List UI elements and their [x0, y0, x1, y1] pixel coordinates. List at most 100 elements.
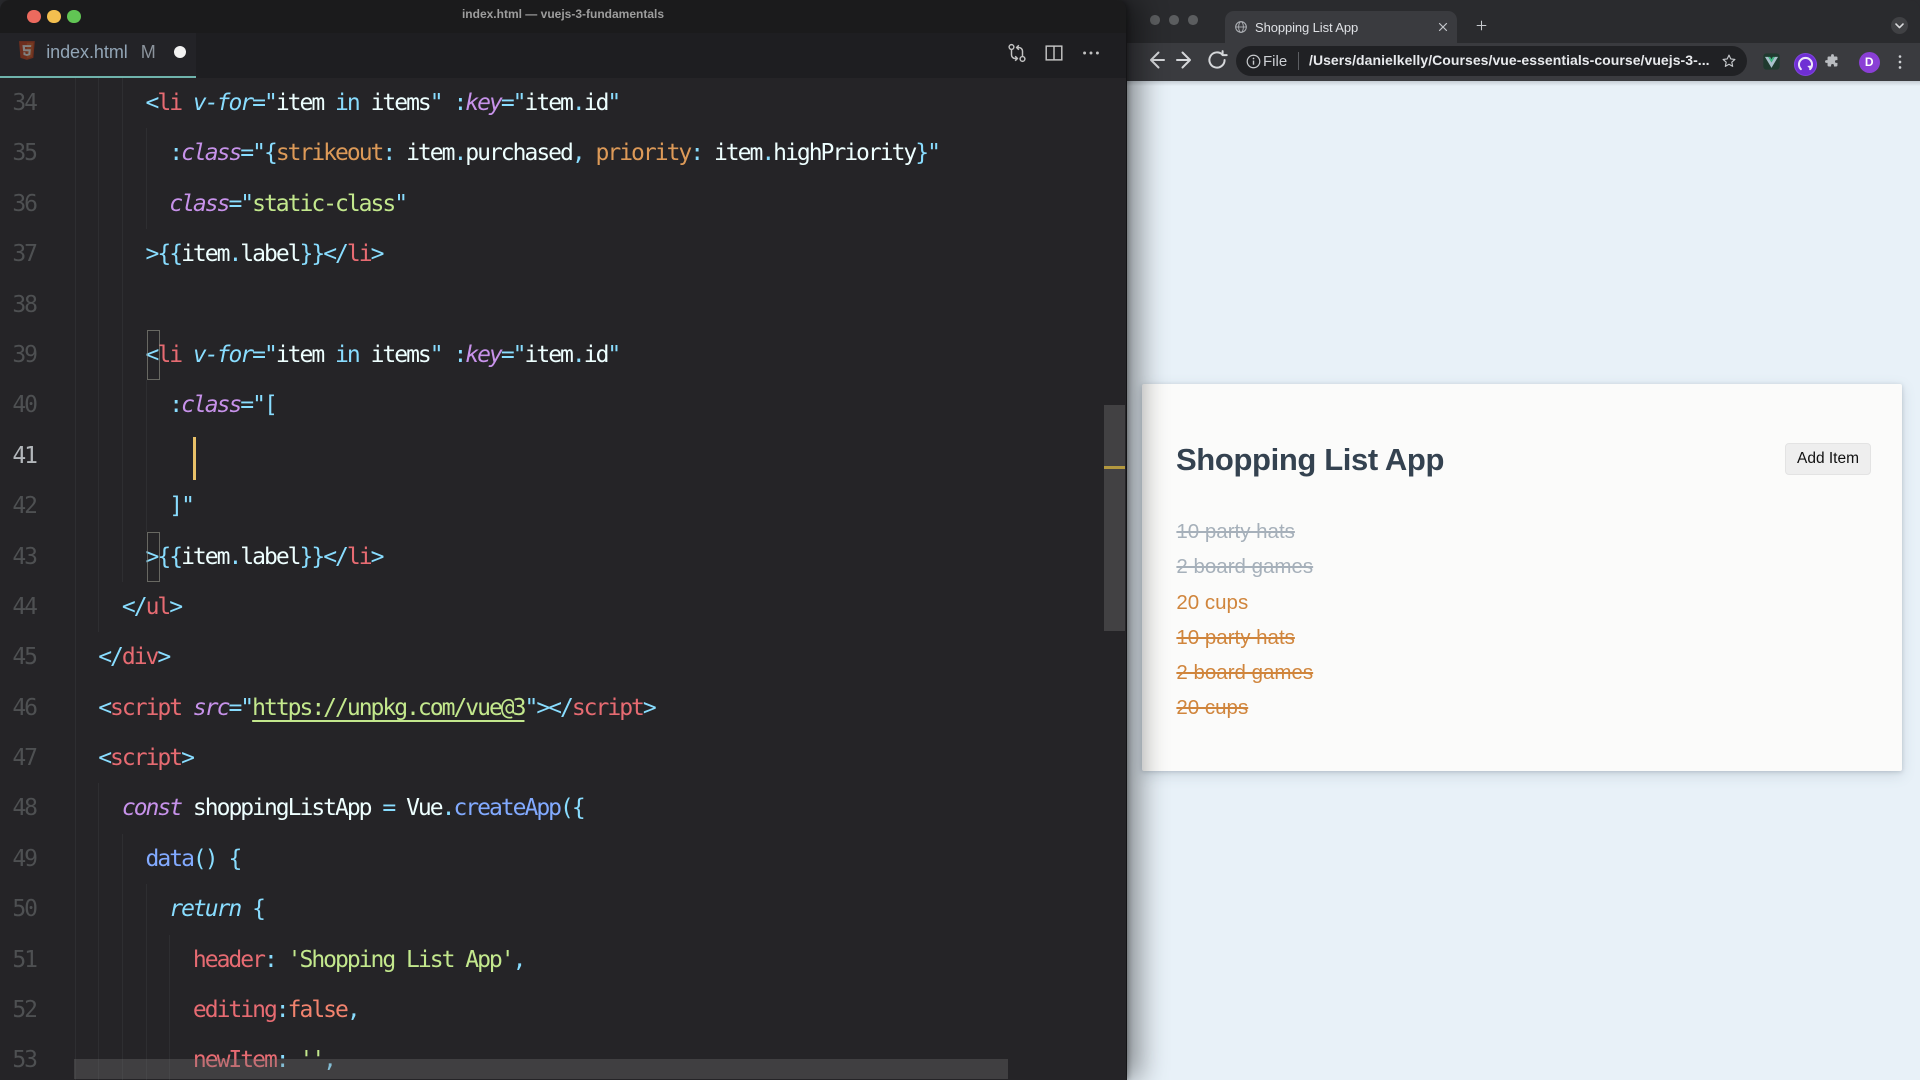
- tab-unsaved-dot: [174, 45, 187, 58]
- overview-ruler-cursor-mark: [1104, 466, 1125, 469]
- text-cursor: [192, 436, 197, 481]
- window-close-button[interactable]: [1150, 15, 1160, 25]
- code-line-41: 41: [0, 430, 1126, 482]
- code-line-46: 46 <script src="https://unpkg.com/vue@3"…: [0, 682, 1126, 734]
- code-line-45: 45 </div>: [0, 632, 1126, 683]
- code-editor[interactable]: 34 <li v-for="item in items" :key="item.…: [0, 78, 1126, 1080]
- indent-guide: [98, 430, 100, 482]
- code-text: return {: [169, 896, 266, 923]
- editor-tab-bar: index.html M: [0, 33, 1126, 78]
- shopping-list-item: 20 cups: [1176, 696, 1249, 720]
- code-text: <script>: [98, 745, 195, 772]
- tab-search-chevron-icon[interactable]: [1890, 16, 1908, 34]
- line-number: 45: [12, 644, 38, 671]
- profile-avatar[interactable]: D: [1858, 51, 1880, 73]
- vue-extension-icon[interactable]: [1762, 52, 1780, 70]
- indent-guide: [74, 279, 76, 330]
- indent-guide: [74, 430, 76, 482]
- code-line-44: 44 </ul>: [0, 581, 1126, 633]
- indent-guide: [121, 279, 123, 330]
- bracket-match-box: [147, 531, 161, 582]
- open-changes-icon[interactable]: [1006, 42, 1028, 64]
- code-text: editing:false,: [192, 997, 361, 1024]
- address-scheme-label: File: [1263, 52, 1288, 70]
- bracket-match-box: [147, 330, 161, 381]
- tab-git-modified-badge: M: [140, 41, 156, 62]
- code-line-38: 38: [0, 279, 1126, 330]
- code-line-40: 40 :class="[: [0, 380, 1126, 431]
- line-number: 53: [12, 1047, 38, 1074]
- forward-icon[interactable]: [1172, 46, 1200, 74]
- editor-tab-actions: [1006, 42, 1102, 66]
- code-text: class="static-class": [169, 190, 408, 217]
- code-text: ]": [169, 493, 195, 520]
- browser-tab-bar: Shopping List App: [1127, 0, 1920, 43]
- address-bar[interactable]: File /Users/danielkelly/Courses/vue-esse…: [1236, 46, 1747, 76]
- bookmark-star-icon[interactable]: [1721, 53, 1737, 69]
- shopping-list-card: Shopping List App Add Item 10 party hats…: [1142, 384, 1902, 771]
- code-line-35: 35 :class="{strikeout: item.purchased, p…: [0, 128, 1126, 179]
- code-text: <script src="https://unpkg.com/vue@3"></…: [98, 694, 657, 721]
- back-icon[interactable]: [1141, 46, 1169, 74]
- shopping-list-item: 2 board games: [1176, 555, 1314, 579]
- editor-tab-indexhtml[interactable]: index.html M: [0, 33, 196, 78]
- split-editor-icon[interactable]: [1043, 42, 1065, 64]
- shopping-list: 10 party hats 2 board games 20 cups 10 part…: [1176, 514, 1313, 726]
- horizontal-scrollbar[interactable]: [74, 1059, 1008, 1079]
- code-line-37: 37 >{{item.label}}</li>: [0, 229, 1126, 280]
- page-background: Shopping List App Add Item 10 party hats…: [1127, 81, 1920, 1080]
- indent-guide: [145, 430, 147, 482]
- code-text: header: 'Shopping List App',: [192, 946, 527, 973]
- address-separator: [1298, 52, 1299, 70]
- code-text: >{{item.label}}</li>: [145, 241, 385, 268]
- reload-icon[interactable]: [1203, 46, 1231, 74]
- line-number: 51: [12, 946, 38, 973]
- line-number: 37: [12, 241, 38, 268]
- add-item-button[interactable]: Add Item: [1785, 443, 1871, 475]
- shopping-list-item: 10 party hats: [1176, 520, 1295, 543]
- line-number: 39: [12, 341, 38, 368]
- window-zoom-button[interactable]: [1188, 15, 1198, 25]
- vertical-scrollbar[interactable]: [1104, 405, 1125, 631]
- browser-active-tab[interactable]: Shopping List App: [1225, 11, 1457, 43]
- browser-toolbar: File /Users/danielkelly/Courses/vue-esse…: [1127, 43, 1920, 81]
- shopping-list-item: 2 board games: [1176, 661, 1314, 685]
- indent-guide: [121, 430, 123, 482]
- line-number: 46: [12, 694, 38, 721]
- address-url[interactable]: /Users/danielkelly/Courses/vue-essential…: [1309, 52, 1710, 68]
- purple-extension-icon[interactable]: [1793, 52, 1817, 76]
- tab-filename: index.html: [46, 41, 128, 62]
- menu-dots-icon[interactable]: [1893, 48, 1907, 76]
- code-line-34: 34 <li v-for="item in items" :key="item.…: [0, 78, 1126, 129]
- code-line-43: 43 >{{item.label}}</li>: [0, 531, 1126, 582]
- indent-guide: [98, 279, 100, 330]
- more-actions-icon[interactable]: [1080, 42, 1102, 64]
- browser-tab-title: Shopping List App: [1255, 20, 1359, 35]
- browser-window: Shopping List App File /Users/danielkell…: [1127, 0, 1920, 1080]
- code-line-47: 47 <script>: [0, 733, 1126, 784]
- window-minimize-button[interactable]: [1169, 15, 1179, 25]
- code-line-51: 51 header: 'Shopping List App',: [0, 934, 1126, 986]
- globe-favicon-icon: [1235, 21, 1247, 33]
- editor-title-bar: index.html — vuejs-3-fundamentals: [0, 0, 1126, 33]
- code-line-49: 49 data() {: [0, 833, 1126, 885]
- editor-window-title: index.html — vuejs-3-fundamentals: [461, 6, 665, 21]
- page-title: Shopping List App: [1176, 442, 1445, 477]
- line-number: 34: [12, 90, 38, 116]
- code-line-42: 42 ]": [0, 481, 1126, 532]
- line-number: 35: [12, 140, 38, 167]
- line-number: 36: [12, 190, 38, 217]
- code-line-52: 52 editing:false,: [0, 985, 1126, 1036]
- line-number: 40: [12, 392, 38, 419]
- new-tab-icon[interactable]: [1474, 18, 1489, 33]
- line-number: 47: [12, 745, 38, 772]
- tab-close-icon[interactable]: [1436, 20, 1450, 34]
- info-icon[interactable]: [1246, 54, 1261, 69]
- extensions-puzzle-icon[interactable]: [1824, 53, 1841, 70]
- editor-window: index.html — vuejs-3-fundamentals index.…: [0, 0, 1126, 1080]
- code-text: </div>: [98, 644, 171, 671]
- shopping-list-item: 10 party hats: [1176, 625, 1295, 649]
- code-text: :class="[: [169, 392, 278, 419]
- line-number: 50: [12, 896, 38, 923]
- code-text: const shoppingListApp = Vue.createApp({: [121, 795, 586, 822]
